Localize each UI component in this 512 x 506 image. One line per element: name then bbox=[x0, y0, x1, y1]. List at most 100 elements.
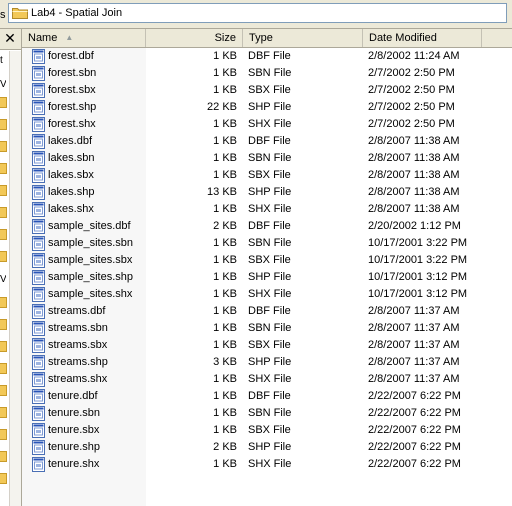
file-size: 1 KB bbox=[213, 152, 237, 164]
file-size: 1 KB bbox=[213, 390, 237, 402]
file-row[interactable]: forest.sbx 1 KB SBX File 2/7/2002 2:50 P… bbox=[22, 82, 512, 99]
file-name: sample_sites.shp bbox=[48, 271, 133, 283]
file-row[interactable]: forest.shp 22 KB SHP File 2/7/2002 2:50 … bbox=[22, 99, 512, 116]
file-size: 1 KB bbox=[213, 458, 237, 470]
file-row[interactable]: tenure.sbn 1 KB SBN File 2/22/2007 6:22 … bbox=[22, 405, 512, 422]
file-row[interactable]: sample_sites.sbn 1 KB SBN File 10/17/200… bbox=[22, 235, 512, 252]
generic-file-icon bbox=[32, 321, 45, 336]
folder-icon bbox=[12, 8, 28, 19]
folder-icon[interactable] bbox=[0, 473, 7, 484]
address-path: Lab4 - Spatial Join bbox=[31, 7, 123, 19]
column-header-size[interactable]: Size bbox=[146, 29, 243, 47]
file-type: SBX File bbox=[248, 339, 291, 351]
file-row[interactable]: sample_sites.shp 1 KB SHP File 10/17/200… bbox=[22, 269, 512, 286]
generic-file-icon bbox=[32, 270, 45, 285]
folder-icon[interactable] bbox=[0, 297, 7, 308]
file-date-modified: 2/8/2007 11:38 AM bbox=[368, 135, 460, 147]
folder-icon[interactable] bbox=[0, 407, 7, 418]
folder-icon[interactable] bbox=[0, 141, 7, 152]
column-header-date[interactable]: Date Modified bbox=[363, 29, 482, 47]
file-row[interactable]: streams.sbx 1 KB SBX File 2/8/2007 11:37… bbox=[22, 337, 512, 354]
file-name: tenure.sbn bbox=[48, 407, 100, 419]
generic-file-icon bbox=[32, 219, 45, 234]
generic-file-icon bbox=[32, 151, 45, 166]
column-header-name[interactable]: Name ▲ bbox=[22, 29, 146, 47]
folder-icon[interactable] bbox=[0, 429, 7, 440]
generic-file-icon bbox=[32, 66, 45, 81]
file-name: sample_sites.sbn bbox=[48, 237, 133, 249]
close-icon[interactable]: ✕ bbox=[3, 30, 17, 46]
file-row[interactable]: streams.dbf 1 KB DBF File 2/8/2007 11:37… bbox=[22, 303, 512, 320]
file-row[interactable]: tenure.sbx 1 KB SBX File 2/22/2007 6:22 … bbox=[22, 422, 512, 439]
file-row[interactable]: tenure.dbf 1 KB DBF File 2/22/2007 6:22 … bbox=[22, 388, 512, 405]
file-row[interactable]: forest.shx 1 KB SHX File 2/7/2002 2:50 P… bbox=[22, 116, 512, 133]
file-name: streams.dbf bbox=[48, 305, 106, 317]
folder-icon[interactable] bbox=[0, 363, 7, 374]
file-row[interactable]: sample_sites.sbx 1 KB SBX File 10/17/200… bbox=[22, 252, 512, 269]
file-date-modified: 2/8/2007 11:37 AM bbox=[368, 322, 460, 334]
folder-icon[interactable] bbox=[0, 319, 7, 330]
file-row[interactable]: lakes.shx 1 KB SHX File 2/8/2007 11:38 A… bbox=[22, 201, 512, 218]
generic-file-icon bbox=[32, 185, 45, 200]
file-row[interactable]: tenure.shx 1 KB SHX File 2/22/2007 6:22 … bbox=[22, 456, 512, 473]
file-row[interactable]: forest.dbf 1 KB DBF File 2/8/2002 11:24 … bbox=[22, 48, 512, 65]
column-header-type[interactable]: Type bbox=[243, 29, 363, 47]
file-row[interactable]: forest.sbn 1 KB SBN File 2/7/2002 2:50 P… bbox=[22, 65, 512, 82]
folder-icon[interactable] bbox=[0, 229, 7, 240]
file-row[interactable]: lakes.sbn 1 KB SBN File 2/8/2007 11:38 A… bbox=[22, 150, 512, 167]
folder-icon[interactable] bbox=[0, 97, 7, 108]
cropped-toolbar-text: s bbox=[0, 9, 6, 21]
generic-file-icon bbox=[32, 406, 45, 421]
folder-icon[interactable] bbox=[0, 451, 7, 462]
folder-icon[interactable] bbox=[0, 119, 7, 130]
file-type: SBN File bbox=[248, 407, 292, 419]
folder-icon[interactable] bbox=[0, 341, 7, 352]
file-size: 1 KB bbox=[213, 169, 237, 181]
file-date-modified: 2/8/2007 11:38 AM bbox=[368, 186, 460, 198]
file-row[interactable]: streams.shx 1 KB SHX File 2/8/2007 11:37… bbox=[22, 371, 512, 388]
file-type: SHP File bbox=[248, 186, 292, 198]
file-row[interactable]: lakes.sbx 1 KB SBX File 2/8/2007 11:38 A… bbox=[22, 167, 512, 184]
folder-icon[interactable] bbox=[0, 163, 7, 174]
file-name: forest.sbx bbox=[48, 84, 96, 96]
file-date-modified: 2/22/2007 6:22 PM bbox=[368, 390, 461, 402]
file-row[interactable]: streams.shp 3 KB SHP File 2/8/2007 11:37… bbox=[22, 354, 512, 371]
file-date-modified: 10/17/2001 3:22 PM bbox=[368, 254, 468, 266]
file-name: streams.sbx bbox=[48, 339, 108, 351]
file-type: DBF File bbox=[248, 135, 291, 147]
column-header-filler bbox=[482, 29, 512, 47]
file-date-modified: 2/7/2002 2:50 PM bbox=[368, 118, 455, 130]
file-name: forest.shx bbox=[48, 118, 96, 130]
folder-icon[interactable] bbox=[0, 251, 7, 262]
file-row[interactable]: sample_sites.dbf 2 KB DBF File 2/20/2002… bbox=[22, 218, 512, 235]
file-size: 1 KB bbox=[213, 84, 237, 96]
file-row[interactable]: tenure.shp 2 KB SHP File 2/22/2007 6:22 … bbox=[22, 439, 512, 456]
file-row[interactable]: lakes.shp 13 KB SHP File 2/8/2007 11:38 … bbox=[22, 184, 512, 201]
file-size: 2 KB bbox=[213, 220, 237, 232]
file-name: sample_sites.dbf bbox=[48, 220, 131, 232]
file-size: 1 KB bbox=[213, 67, 237, 79]
generic-file-icon bbox=[32, 355, 45, 370]
file-name: lakes.shx bbox=[48, 203, 94, 215]
file-date-modified: 2/8/2007 11:38 AM bbox=[368, 203, 460, 215]
folder-icon[interactable] bbox=[0, 185, 7, 196]
file-name: tenure.sbx bbox=[48, 424, 100, 436]
folder-icon[interactable] bbox=[0, 385, 7, 396]
file-row[interactable]: streams.sbn 1 KB SBN File 2/8/2007 11:37… bbox=[22, 320, 512, 337]
address-field[interactable]: Lab4 - Spatial Join bbox=[8, 3, 507, 23]
file-type: SBN File bbox=[248, 237, 292, 249]
file-row[interactable]: lakes.dbf 1 KB DBF File 2/8/2007 11:38 A… bbox=[22, 133, 512, 150]
file-size: 1 KB bbox=[213, 424, 237, 436]
file-type: SBX File bbox=[248, 169, 291, 181]
generic-file-icon bbox=[32, 168, 45, 183]
file-name: forest.sbn bbox=[48, 67, 97, 79]
file-name: forest.shp bbox=[48, 101, 97, 113]
file-size: 1 KB bbox=[213, 237, 237, 249]
folder-icon[interactable] bbox=[0, 207, 7, 218]
folders-pane-scrollbar[interactable] bbox=[9, 51, 21, 506]
folders-pane-fragment: V bbox=[0, 80, 6, 90]
file-name: lakes.dbf bbox=[48, 135, 93, 147]
file-date-modified: 10/17/2001 3:12 PM bbox=[368, 288, 468, 300]
file-size: 1 KB bbox=[213, 339, 237, 351]
file-row[interactable]: sample_sites.shx 1 KB SHX File 10/17/200… bbox=[22, 286, 512, 303]
